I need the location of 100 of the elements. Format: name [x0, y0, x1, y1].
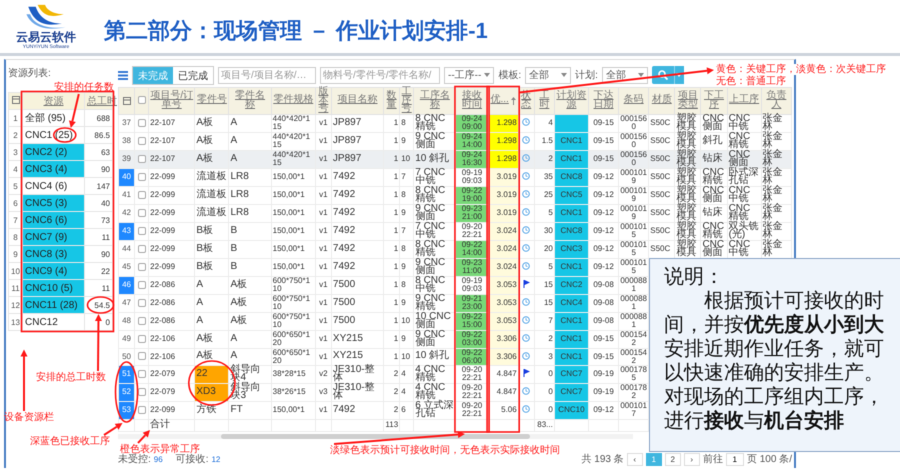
search-field[interactable]: 物料号/零件号/零件名称/ [320, 66, 440, 84]
table-cell: A板 [194, 348, 229, 365]
scrollbar[interactable] [118, 434, 633, 438]
next-page-button[interactable]: › [684, 452, 700, 466]
checkbox[interactable] [138, 370, 146, 378]
row-number[interactable]: 37 [118, 114, 135, 132]
row-number[interactable]: 47 [118, 294, 135, 312]
arrow [20, 350, 28, 411]
page-size-select[interactable]: 100 条/ [760, 452, 792, 466]
table-cell: CNC7 [554, 365, 588, 383]
table-cell[interactable]: CNC5 (3) [22, 194, 84, 212]
table-cell: B [228, 222, 272, 240]
table-cell: 09-12 [588, 204, 619, 222]
page-number-field[interactable]: 1 [726, 452, 744, 466]
table-cell: 8 [400, 276, 414, 294]
table-cell: 688 [84, 110, 112, 126]
table-cell: 22-086 [148, 294, 195, 312]
row-number[interactable]: 38 [118, 132, 135, 150]
checkbox[interactable] [138, 406, 146, 414]
table-cell: S50C [648, 132, 675, 150]
row-number[interactable]: 42 [118, 204, 135, 222]
table-cell: JE310-整体 [331, 383, 384, 401]
dropdown[interactable]: --工序-- [444, 66, 494, 84]
table-cell: CNC10 [554, 401, 588, 419]
table-cell: CNC1 [554, 312, 588, 330]
table-cell: 塑胶模具 [674, 150, 701, 168]
table-cell: XD3 [194, 383, 229, 401]
checkbox[interactable] [138, 280, 146, 289]
table-cell: 4 [400, 365, 414, 383]
table-cell[interactable]: CNC3 (4) [22, 160, 84, 178]
row-number[interactable]: 41 [118, 186, 135, 204]
table-cell: S50C [648, 204, 675, 222]
checkbox[interactable] [138, 262, 146, 271]
table-cell: A [228, 348, 272, 365]
table-cell: 22-099 [148, 168, 195, 186]
search-field[interactable]: 项目号/项目名称/… [218, 66, 316, 84]
table-cell: 7 CNC 中铣 [414, 222, 456, 240]
dropdown[interactable]: 全部 [602, 66, 648, 84]
table-cell[interactable]: CNC9 (4) [22, 262, 84, 280]
row-number[interactable]: 45 [118, 258, 135, 276]
column-header[interactable]: 工序号 [401, 88, 412, 114]
page-button[interactable]: 2 [664, 452, 681, 466]
table-cell[interactable]: CNC11 (28) [22, 296, 84, 314]
table-cell: 09-12 [588, 401, 619, 419]
table-cell: CNC 中铣 [727, 186, 762, 204]
checkbox[interactable] [138, 190, 146, 199]
row-number[interactable]: 39 [118, 150, 135, 168]
checkbox[interactable] [138, 244, 146, 253]
row-number[interactable]: 49 [118, 330, 135, 348]
column-header[interactable]: 版本号 [316, 88, 330, 114]
note-title: 说明： [664, 265, 725, 289]
checkbox[interactable] [138, 352, 146, 360]
row-number[interactable]: 44 [118, 240, 135, 258]
table-cell[interactable]: CNC7 (9) [22, 228, 84, 246]
table-cell: 塑胶模具 [674, 222, 701, 240]
table-cell[interactable]: CNC8 (3) [22, 246, 84, 262]
checkbox[interactable] [138, 154, 146, 163]
checkbox[interactable] [138, 298, 146, 307]
table-cell[interactable]: CNC10 (5) [22, 280, 84, 296]
table-cell: CNC 精铣 [700, 168, 728, 186]
table-cell: 440*420*115 [271, 114, 316, 132]
table-cell: 38*28*15 [271, 365, 316, 383]
table-cell: B [228, 240, 272, 258]
annotation-text: 淡绿色表示预计可接收时间，无色表示实际接收时间 [330, 445, 560, 456]
table-cell: 147 [84, 178, 112, 194]
dropdown[interactable]: 全部 [525, 66, 572, 84]
annotation-text: 深蓝色已接收工序 [30, 436, 110, 447]
table-cell[interactable]: CNC12 [22, 314, 84, 330]
table-cell[interactable]: CNC6 (6) [22, 212, 84, 228]
table-cell: 7 CNC 中铣 [414, 168, 456, 186]
table-cell: 22-099 [148, 186, 195, 204]
checkbox[interactable] [138, 96, 146, 104]
panel-label: 资源列表: [8, 68, 51, 80]
previous-page-button[interactable]: ‹ [626, 452, 643, 466]
table-cell: A板 [194, 330, 229, 348]
row-number[interactable]: 48 [118, 312, 135, 330]
checkbox[interactable] [138, 226, 146, 235]
caret-icon [676, 73, 682, 77]
checkbox[interactable] [138, 334, 146, 343]
table-cell: 流道板 [194, 186, 229, 204]
checkbox[interactable] [138, 136, 146, 145]
table-cell: S50C [648, 222, 675, 240]
checkbox[interactable] [138, 118, 146, 127]
row-number[interactable]: 50 [118, 348, 135, 365]
table-cell: 4.847 [488, 383, 518, 401]
table-cell[interactable]: CNC2 (2) [22, 144, 84, 160]
checkbox[interactable] [138, 316, 146, 325]
table-cell: 9 [400, 330, 414, 348]
table-cell: A [194, 312, 229, 330]
table-cell: 09-15 [588, 150, 619, 168]
checkbox[interactable] [138, 172, 146, 181]
table-cell: 7500 [331, 312, 384, 330]
table-cell: 7492 [331, 258, 384, 276]
table-cell: 22-099 [148, 240, 195, 258]
table-cell: v1 [315, 222, 332, 240]
table-cell: 8 [400, 114, 414, 132]
checkbox[interactable] [138, 208, 146, 217]
table-cell: v1 [315, 114, 332, 132]
table-cell: v1 [315, 348, 332, 365]
table-cell: v1 [315, 294, 332, 312]
